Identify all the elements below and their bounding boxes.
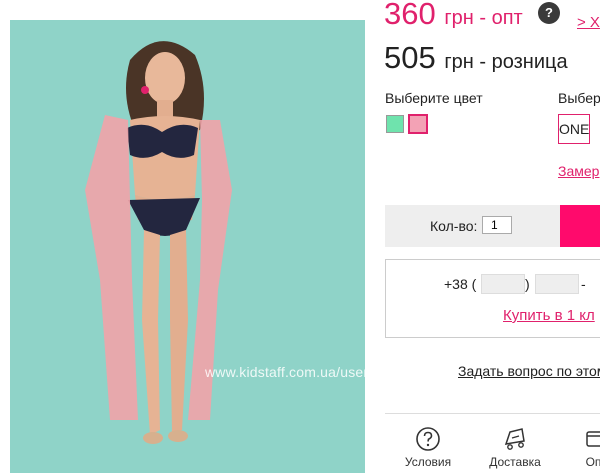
payment-icon (586, 431, 600, 447)
ask-question-link[interactable]: Задать вопрос по этом (458, 363, 600, 379)
color-selector-label: Выберите цвет (385, 90, 483, 106)
phone-number-field[interactable] (535, 274, 579, 294)
measurements-link[interactable]: Замер (558, 163, 599, 179)
retail-price: 505 грн - розница (384, 38, 568, 82)
size-selector-label: Выбер (558, 90, 600, 106)
help-question-icon[interactable]: ? (538, 2, 560, 24)
phone-code-field[interactable] (481, 274, 525, 294)
phone-order-box (385, 259, 600, 338)
retail-price-value: 505 (384, 40, 436, 75)
add-to-cart-button[interactable] (560, 205, 600, 247)
close-link[interactable]: > X (577, 14, 600, 31)
phone-close-paren: ) (525, 276, 530, 292)
color-swatch-mint[interactable] (386, 115, 404, 133)
info-item-label: Опл (585, 455, 600, 469)
phone-prefix: +38 ( (444, 276, 477, 292)
retail-price-unit: грн - розница (444, 51, 568, 73)
wholesale-price: 360 грн - опт (384, 0, 523, 38)
wholesale-price-value: 360 (384, 0, 436, 31)
info-item-payment[interactable]: Опл (567, 426, 600, 469)
buy-one-click-link[interactable]: Купить в 1 кл (503, 307, 595, 324)
product-photo[interactable] (10, 20, 365, 473)
wholesale-price-unit: грн - опт (444, 7, 523, 29)
phone-dash: - (581, 276, 586, 292)
quantity-input[interactable] (482, 216, 512, 234)
info-item-conditions[interactable]: Условия (398, 426, 458, 469)
info-item-delivery[interactable]: Доставка (485, 426, 545, 469)
info-item-label: Условия (404, 455, 452, 469)
info-item-label: Доставка (489, 455, 541, 469)
delivery-cart-icon (504, 428, 525, 450)
color-swatch-pink[interactable] (408, 114, 428, 134)
quantity-label: Кол-во: (430, 218, 478, 234)
size-option-one[interactable]: ONE (558, 114, 590, 144)
watermark: www.kidstaff.com.ua/user-1662063.html (205, 364, 461, 380)
model-illustration (10, 20, 365, 473)
question-circle-icon (416, 427, 440, 451)
